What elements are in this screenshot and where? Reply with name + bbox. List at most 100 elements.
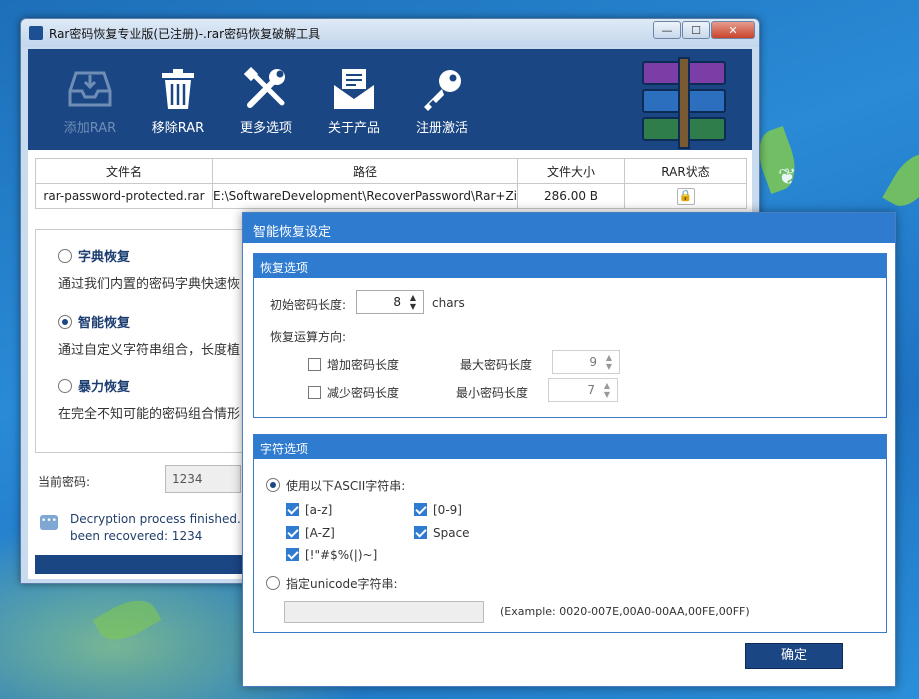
initial-length-label: 初始密码长度: xyxy=(270,298,347,312)
option-uppercase[interactable]: [A-Z] xyxy=(286,526,335,540)
register-activate-label: 注册激活 xyxy=(415,121,468,136)
spinner-arrows-icon[interactable]: ▲ ▼ xyxy=(600,381,614,399)
lock-icon: 🔒 xyxy=(676,187,695,205)
option-lowercase[interactable]: [a-z] xyxy=(286,503,332,517)
window-title: Rar密码恢复专业版(已注册)-.rar密码恢复破解工具 xyxy=(49,26,321,41)
space-label: Space xyxy=(433,526,470,540)
lowercase-checkbox[interactable] xyxy=(286,503,299,516)
smart-title: 智能恢复 xyxy=(78,316,131,331)
bruteforce-desc: 在完全不知可能的密码组合情形 xyxy=(58,407,241,422)
col-header-size[interactable]: 文件大小 xyxy=(517,158,625,184)
option-space[interactable]: Space xyxy=(414,526,470,540)
about-product-button[interactable]: 关于产品 xyxy=(310,49,398,150)
ascii-label: 使用以下ASCII字符串: xyxy=(286,479,406,493)
window-controls: — ☐ ✕ xyxy=(652,21,755,39)
mode-bruteforce[interactable]: 暴力恢复 在完全不知可能的密码组合情形 xyxy=(58,376,240,422)
main-title-bar[interactable]: Rar密码恢复专业版(已注册)-.rar密码恢复破解工具 — ☐ ✕ xyxy=(21,19,759,47)
unicode-label: 指定unicode字符串: xyxy=(286,577,398,591)
recovery-options-group: 恢复选项 初始密码长度: 8 ▲ ▼ chars 恢复运算方向: 增加密码长度 最… xyxy=(253,253,887,418)
cell-filename: rar-password-protected.rar xyxy=(35,183,213,209)
remove-rar-label: 移除RAR xyxy=(151,121,205,136)
spinner-arrows-icon[interactable]: ▲ ▼ xyxy=(406,293,420,311)
register-activate-button[interactable]: 注册激活 xyxy=(398,49,486,150)
status-message: Decryption process finished. Y been reco… xyxy=(70,511,252,545)
unicode-option[interactable]: 指定unicode字符串: xyxy=(266,575,398,592)
dialog-title[interactable]: 智能恢复设定 xyxy=(243,213,895,243)
unicode-example: (Example: 0020-007E,00A0-00AA,00FE,00FF) xyxy=(500,605,750,618)
min-length-label: 最小密码长度 xyxy=(456,386,529,400)
dictionary-desc: 通过我们内置的密码字典快速恢 xyxy=(58,277,241,292)
option-digits[interactable]: [0-9] xyxy=(414,503,462,517)
winrar-logo xyxy=(620,57,740,149)
uppercase-label: [A-Z] xyxy=(305,526,335,540)
spinner-arrows-icon[interactable]: ▲ ▼ xyxy=(602,353,616,371)
close-button[interactable]: ✕ xyxy=(711,21,755,39)
unicode-radio[interactable] xyxy=(266,576,280,590)
digits-checkbox[interactable] xyxy=(414,503,427,516)
initial-length-value: 8 xyxy=(393,295,401,309)
space-checkbox[interactable] xyxy=(414,526,427,539)
decrease-length-label: 减少密码长度 xyxy=(327,386,400,400)
wallpaper-butterfly-icon: ❦ xyxy=(778,165,797,190)
wallpaper-leaf xyxy=(882,145,919,215)
more-options-button[interactable]: 更多选项 xyxy=(222,49,310,150)
app-icon xyxy=(29,26,43,40)
max-length-label: 最大密码长度 xyxy=(460,358,533,372)
table-row[interactable]: rar-password-protected.rar E:\SoftwareDe… xyxy=(35,183,747,209)
recovery-options-title: 恢复选项 xyxy=(254,254,886,278)
ok-button[interactable]: 确定 xyxy=(745,643,843,669)
envelope-icon xyxy=(334,69,374,109)
ascii-radio[interactable] xyxy=(266,478,280,492)
min-length-value: 7 xyxy=(587,383,595,397)
option-symbols[interactable]: [!"#$%(|)~] xyxy=(286,548,377,562)
add-rar-button[interactable]: 添加RAR xyxy=(46,49,134,150)
increase-length-option[interactable]: 增加密码长度 xyxy=(308,356,399,373)
toolbar: 添加RAR 移除RAR 更多选项 关于产品 注册激活 xyxy=(28,49,752,150)
smart-radio[interactable] xyxy=(58,315,72,329)
key-icon xyxy=(424,70,461,111)
minimize-button[interactable]: — xyxy=(653,21,681,39)
current-password-label: 当前密码: xyxy=(38,475,91,489)
min-length-spinner[interactable]: 7 ▲ ▼ xyxy=(548,378,618,402)
trash-icon xyxy=(162,69,194,109)
uppercase-checkbox[interactable] xyxy=(286,526,299,539)
symbols-label: [!"#$%(|)~] xyxy=(305,548,378,562)
increase-length-checkbox[interactable] xyxy=(308,358,321,371)
decrease-length-option[interactable]: 减少密码长度 xyxy=(308,384,399,401)
max-length-value: 9 xyxy=(589,355,597,369)
cell-size: 286.00 B xyxy=(517,183,625,209)
about-product-label: 关于产品 xyxy=(327,121,380,136)
decrease-length-checkbox[interactable] xyxy=(308,386,321,399)
symbols-checkbox[interactable] xyxy=(286,548,299,561)
file-table: 文件名 路径 文件大小 RAR状态 rar-password-protected… xyxy=(35,158,747,209)
col-header-path[interactable]: 路径 xyxy=(212,158,518,184)
direction-label: 恢复运算方向: xyxy=(270,330,347,344)
add-rar-label: 添加RAR xyxy=(63,121,117,136)
message-icon: ••• xyxy=(40,515,58,530)
mode-dictionary[interactable]: 字典恢复 通过我们内置的密码字典快速恢 xyxy=(58,246,240,292)
maximize-button[interactable]: ☐ xyxy=(682,21,710,39)
cell-status: 🔒 xyxy=(624,183,747,209)
initial-length-unit: chars xyxy=(432,296,465,310)
table-header-row: 文件名 路径 文件大小 RAR状态 xyxy=(35,158,747,184)
smart-recovery-dialog: 智能恢复设定 恢复选项 初始密码长度: 8 ▲ ▼ chars 恢复运算方向: 增… xyxy=(242,212,896,687)
status-line-1: Decryption process finished. Y xyxy=(70,512,252,526)
cell-path: E:\SoftwareDevelopment\RecoverPassword\R… xyxy=(212,183,518,209)
col-header-filename[interactable]: 文件名 xyxy=(35,158,213,184)
initial-length-spinner[interactable]: 8 ▲ ▼ xyxy=(356,290,424,314)
current-password-field[interactable]: 1234 xyxy=(165,465,241,493)
unicode-input[interactable] xyxy=(284,601,484,623)
more-options-label: 更多选项 xyxy=(239,121,292,136)
col-header-status[interactable]: RAR状态 xyxy=(624,158,747,184)
charset-options-group: 字符选项 使用以下ASCII字符串: [a-z] [0-9] [A-Z] Spa… xyxy=(253,434,887,633)
remove-rar-button[interactable]: 移除RAR xyxy=(134,49,222,150)
charset-options-title: 字符选项 xyxy=(254,435,886,459)
mode-smart[interactable]: 智能恢复 通过自定义字符串组合，长度植 xyxy=(58,312,240,358)
increase-length-label: 增加密码长度 xyxy=(327,358,400,372)
bruteforce-title: 暴力恢复 xyxy=(78,380,131,395)
dictionary-radio[interactable] xyxy=(58,249,72,263)
bruteforce-radio[interactable] xyxy=(58,379,72,393)
max-length-spinner[interactable]: 9 ▲ ▼ xyxy=(552,350,620,374)
smart-desc: 通过自定义字符串组合，长度植 xyxy=(58,343,241,358)
ascii-option[interactable]: 使用以下ASCII字符串: xyxy=(266,477,405,494)
